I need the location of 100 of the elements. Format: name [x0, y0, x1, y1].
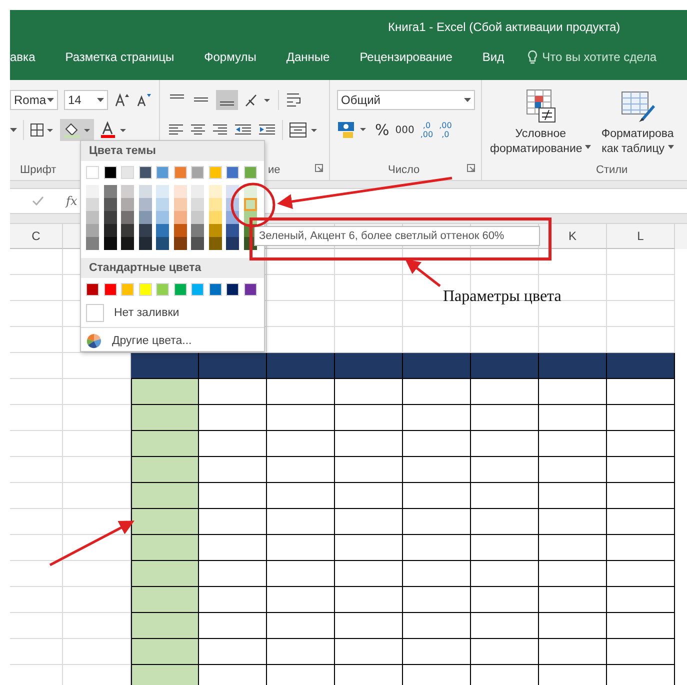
color-swatch[interactable] — [244, 283, 256, 296]
color-swatch[interactable] — [208, 237, 222, 250]
color-swatch[interactable] — [156, 237, 169, 250]
color-swatch[interactable] — [138, 211, 152, 224]
ribbon-tab[interactable]: Разметка страницы — [52, 48, 188, 66]
currency-icon[interactable] — [337, 120, 369, 140]
color-swatch[interactable] — [86, 283, 99, 296]
color-swatch[interactable] — [86, 198, 99, 211]
color-swatch[interactable] — [86, 185, 99, 198]
color-swatch[interactable] — [104, 198, 116, 211]
align-left-icon[interactable] — [168, 123, 184, 137]
increase-indent-icon[interactable] — [258, 123, 276, 137]
caret-icon[interactable] — [464, 98, 471, 102]
color-swatch[interactable] — [174, 198, 186, 211]
color-swatch[interactable] — [138, 198, 152, 211]
color-swatch[interactable] — [121, 224, 134, 237]
color-swatch[interactable] — [121, 211, 134, 224]
fill-color-button[interactable] — [60, 119, 94, 141]
color-swatch[interactable] — [208, 185, 222, 198]
color-swatch[interactable] — [104, 211, 116, 224]
color-swatch[interactable] — [174, 166, 186, 179]
color-swatch[interactable] — [104, 166, 116, 179]
color-swatch[interactable] — [208, 211, 222, 224]
color-swatch[interactable] — [156, 185, 169, 198]
color-swatch[interactable] — [174, 224, 186, 237]
color-swatch[interactable] — [244, 198, 256, 211]
color-swatch[interactable] — [104, 283, 116, 296]
font-name-field[interactable]: Roma — [10, 90, 58, 110]
color-swatch[interactable] — [138, 237, 152, 250]
color-swatch[interactable] — [138, 283, 152, 296]
align-bottom-icon[interactable] — [216, 90, 238, 110]
color-swatch[interactable] — [226, 283, 239, 296]
caret-icon[interactable] — [97, 98, 104, 102]
wrap-text-icon[interactable] — [285, 92, 303, 108]
color-swatch[interactable] — [226, 224, 239, 237]
color-swatch[interactable] — [104, 237, 116, 250]
dialog-launcher-icon[interactable] — [467, 164, 475, 172]
align-center-icon[interactable] — [190, 123, 206, 137]
color-swatch[interactable] — [226, 237, 239, 250]
color-swatch[interactable] — [156, 211, 169, 224]
color-swatch[interactable] — [208, 283, 222, 296]
color-swatch[interactable] — [191, 224, 204, 237]
color-swatch[interactable] — [191, 211, 204, 224]
format-as-table-button[interactable]: Форматирова как таблицу — [599, 89, 676, 157]
color-swatch[interactable] — [86, 166, 99, 179]
color-swatch[interactable] — [86, 237, 99, 250]
color-swatch[interactable] — [156, 224, 169, 237]
decrease-indent-icon[interactable] — [234, 123, 252, 137]
ribbon-tab[interactable]: Формулы — [191, 48, 270, 66]
color-swatch[interactable] — [191, 237, 204, 250]
shrink-font-icon[interactable] — [136, 92, 152, 108]
color-swatch[interactable] — [174, 237, 186, 250]
color-swatch[interactable] — [191, 185, 204, 198]
caret-icon[interactable] — [10, 128, 17, 132]
ribbon-tab[interactable]: Данные — [273, 48, 343, 66]
increase-decimal-button[interactable]: ,0 ,00 — [420, 121, 434, 139]
color-swatch[interactable] — [156, 198, 169, 211]
borders-icon[interactable] — [30, 123, 54, 137]
decrease-decimal-button[interactable]: ,00 ,0 — [439, 121, 452, 139]
color-swatch[interactable] — [104, 185, 116, 198]
color-swatch[interactable] — [121, 166, 134, 179]
color-swatch[interactable] — [156, 166, 169, 179]
color-swatch[interactable] — [191, 198, 204, 211]
color-swatch[interactable] — [174, 185, 186, 198]
color-swatch[interactable] — [86, 211, 99, 224]
color-swatch[interactable] — [244, 166, 256, 179]
color-swatch[interactable] — [208, 224, 222, 237]
color-swatch[interactable] — [208, 198, 222, 211]
color-swatch[interactable] — [191, 166, 204, 179]
color-swatch[interactable] — [121, 237, 134, 250]
color-swatch[interactable] — [104, 224, 116, 237]
color-swatch[interactable] — [121, 185, 134, 198]
font-color-icon[interactable] — [100, 121, 128, 139]
ribbon-tab[interactable]: Вид — [469, 48, 518, 66]
color-swatch[interactable] — [174, 283, 186, 296]
conditional-formatting-button[interactable]: Условное форматирование — [488, 89, 594, 157]
ribbon-tab[interactable]: Рецензирование — [346, 48, 466, 66]
column-header[interactable]: C — [10, 224, 63, 249]
column-header[interactable]: L — [607, 224, 675, 249]
tell-me-field[interactable]: Что вы хотите сдела — [542, 50, 660, 64]
number-format-field[interactable]: Общий — [337, 90, 475, 110]
check-icon[interactable] — [32, 196, 44, 206]
color-swatch[interactable] — [226, 166, 239, 179]
color-swatch[interactable] — [191, 283, 204, 296]
color-swatch[interactable] — [121, 283, 134, 296]
merge-cells-icon[interactable] — [289, 122, 319, 138]
color-swatch[interactable] — [174, 211, 186, 224]
color-swatch[interactable] — [121, 198, 134, 211]
percent-button[interactable]: % — [375, 121, 390, 139]
color-swatch[interactable] — [138, 224, 152, 237]
ribbon-tab[interactable]: авка — [10, 48, 48, 66]
dialog-launcher-icon[interactable] — [315, 164, 323, 172]
more-colors-item[interactable]: Другие цвета... — [81, 330, 264, 352]
color-swatch[interactable] — [86, 224, 99, 237]
caret-icon[interactable] — [47, 98, 54, 102]
font-size-field[interactable]: 14 — [64, 90, 108, 110]
thousands-button[interactable]: 000 — [395, 124, 414, 136]
no-fill-item[interactable]: Нет заливки — [81, 301, 264, 325]
grow-font-icon[interactable] — [114, 92, 130, 108]
color-swatch[interactable] — [156, 283, 169, 296]
